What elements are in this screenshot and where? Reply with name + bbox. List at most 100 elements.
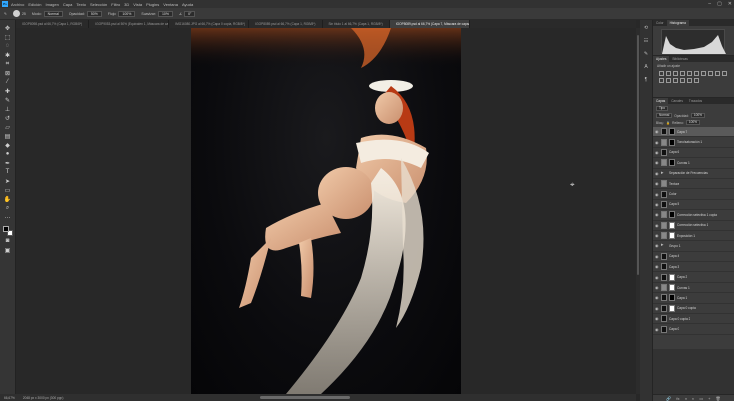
visibility-eye-icon[interactable]: ◉ [655, 243, 659, 248]
exposure-adjust-icon[interactable] [680, 71, 685, 76]
layer-row[interactable]: ◉ Textura [653, 179, 734, 190]
smoothing-input[interactable]: 10% [157, 10, 173, 17]
layer-thumbnail[interactable] [661, 294, 667, 302]
layer-mask-thumbnail[interactable] [669, 304, 675, 312]
properties-panel-icon[interactable]: ☷ [643, 37, 650, 44]
layer-row[interactable]: ◉ Curvas 1 [653, 283, 734, 294]
new-adjustment-icon[interactable]: ◐ [692, 396, 694, 401]
visibility-eye-icon[interactable]: ◉ [655, 212, 659, 217]
close-icon[interactable]: ✕ [728, 1, 732, 7]
document-tab[interactable]: IGOP8098.psd al 66,7% (Capa 1, RGB/8*) [16, 20, 90, 28]
eraser-tool-icon[interactable]: ▱ [4, 123, 12, 131]
menu-edicion[interactable]: Edición [28, 2, 41, 7]
zoom-level[interactable]: 66,67% [4, 396, 15, 400]
layer-mask-thumbnail[interactable] [669, 284, 675, 292]
menu-vista[interactable]: Vista [133, 2, 142, 7]
quick-mask-icon[interactable]: ◙ [4, 237, 12, 245]
layer-row[interactable]: ◉ Capa 0 [653, 324, 734, 335]
tab-channels[interactable]: Canales [668, 98, 686, 104]
layer-thumbnail[interactable] [661, 221, 667, 229]
type-tool-icon[interactable]: T [4, 168, 12, 176]
layer-mask-thumbnail[interactable] [669, 159, 675, 167]
visibility-eye-icon[interactable]: ◉ [655, 140, 659, 145]
layer-thumbnail[interactable] [661, 263, 667, 271]
new-layer-icon[interactable]: + [708, 396, 710, 401]
flow-input[interactable]: 100% [118, 10, 136, 17]
new-group-icon[interactable]: ▭ [699, 396, 703, 401]
layer-row[interactable]: ◉ Corrección selectiva 1 copia [653, 210, 734, 221]
shape-tool-icon[interactable]: ▭ [4, 186, 12, 194]
visibility-eye-icon[interactable]: ◉ [655, 275, 659, 280]
more-tools-icon[interactable]: … [4, 213, 12, 221]
layer-thumbnail[interactable] [661, 325, 667, 333]
tab-adjustments[interactable]: Ajustes [653, 56, 670, 62]
hand-tool-icon[interactable]: ✋ [4, 195, 12, 203]
layer-mask-thumbnail[interactable] [669, 232, 675, 240]
visibility-eye-icon[interactable]: ◉ [655, 233, 659, 238]
foreground-color-swatch[interactable] [2, 226, 9, 232]
threshold-adjust-icon[interactable] [680, 78, 685, 83]
blend-mode-select[interactable]: Normal [656, 113, 673, 118]
visibility-eye-icon[interactable]: ◉ [655, 295, 659, 300]
layer-thumbnail[interactable] [661, 180, 667, 188]
layer-row[interactable]: ◉ Capa 1 [653, 293, 734, 304]
layer-thumbnail[interactable] [661, 284, 667, 292]
move-tool-icon[interactable]: ✥ [4, 24, 12, 32]
visibility-eye-icon[interactable]: ◉ [655, 223, 659, 228]
brightness-adjust-icon[interactable] [659, 71, 664, 76]
layer-row[interactable]: ◉ Curvas 1 [653, 158, 734, 169]
layer-row[interactable]: ◉ Capa 3 [653, 262, 734, 273]
color-swatches[interactable] [2, 226, 13, 236]
history-panel-icon[interactable]: ⟲ [643, 24, 650, 31]
menu-filtro[interactable]: Filtro [111, 2, 120, 7]
paragraph-panel-icon[interactable]: ¶ [643, 76, 650, 83]
menu-3d[interactable]: 3D [124, 2, 129, 7]
screen-mode-icon[interactable]: ▣ [4, 246, 12, 254]
fill-input[interactable]: 100% [685, 120, 700, 125]
vertical-scroll-thumb[interactable] [637, 35, 639, 275]
visibility-eye-icon[interactable]: ◉ [655, 181, 659, 186]
photo-filter-adjust-icon[interactable] [715, 71, 720, 76]
minimize-icon[interactable]: – [708, 1, 711, 7]
menu-ventana[interactable]: Ventana [163, 2, 178, 7]
brush-tool-icon[interactable]: ✎ [4, 96, 12, 104]
layer-row[interactable]: ◉ ▸ Separación de Frecuencias [653, 169, 734, 179]
visibility-eye-icon[interactable]: ◉ [655, 285, 659, 290]
layer-row[interactable]: ◉ Corrección selectiva 1 [653, 221, 734, 231]
dodge-tool-icon[interactable]: ● [4, 150, 12, 158]
layer-row[interactable]: ◉ Capa 4 [653, 252, 734, 263]
selective-color-adjust-icon[interactable] [694, 78, 699, 83]
curves-adjust-icon[interactable] [673, 71, 678, 76]
visibility-eye-icon[interactable]: ◉ [655, 254, 659, 259]
zoom-tool-icon[interactable]: ⌕ [4, 204, 12, 212]
visibility-eye-icon[interactable]: ◉ [655, 192, 659, 197]
gradient-map-adjust-icon[interactable] [687, 78, 692, 83]
visibility-eye-icon[interactable]: ◉ [655, 306, 659, 311]
folder-icon[interactable]: ▸ [661, 170, 667, 177]
pen-tool-icon[interactable]: ✒ [4, 159, 12, 167]
menu-plugins[interactable]: Plugins [146, 2, 159, 7]
levels-adjust-icon[interactable] [666, 71, 671, 76]
layer-mask-thumbnail[interactable] [669, 273, 675, 281]
brush-tool-icon[interactable]: ✎ [4, 12, 7, 16]
brush-preset-picker[interactable]: 25 [12, 10, 26, 17]
maximize-icon[interactable]: ▢ [717, 1, 722, 7]
layer-thumbnail[interactable] [661, 252, 667, 260]
lasso-tool-icon[interactable]: ◌ [4, 42, 12, 50]
layer-row[interactable]: ◉ Capa 7 [653, 127, 734, 138]
menu-capa[interactable]: Capa [63, 2, 73, 7]
frame-tool-icon[interactable]: ⊠ [4, 69, 12, 77]
layer-row[interactable]: ◉ Capa 6 [653, 148, 734, 159]
layer-mask-thumbnail[interactable] [669, 138, 675, 146]
opacity-input[interactable]: 50% [86, 10, 102, 17]
layer-row[interactable]: ◉ ▸ Grupo 1 [653, 241, 734, 252]
history-brush-tool-icon[interactable]: ↺ [4, 114, 12, 122]
menu-archivo[interactable]: Archivo [11, 2, 24, 7]
color-balance-adjust-icon[interactable] [701, 71, 706, 76]
visibility-eye-icon[interactable]: ◉ [655, 160, 659, 165]
visibility-eye-icon[interactable]: ◉ [655, 264, 659, 269]
visibility-eye-icon[interactable]: ◉ [655, 150, 659, 155]
document-tab[interactable]: IGOP8089.psd al 66,7% (Capa 1, RGB/8*) [249, 20, 323, 28]
blur-tool-icon[interactable]: ◆ [4, 141, 12, 149]
layer-mask-thumbnail[interactable] [669, 211, 675, 219]
